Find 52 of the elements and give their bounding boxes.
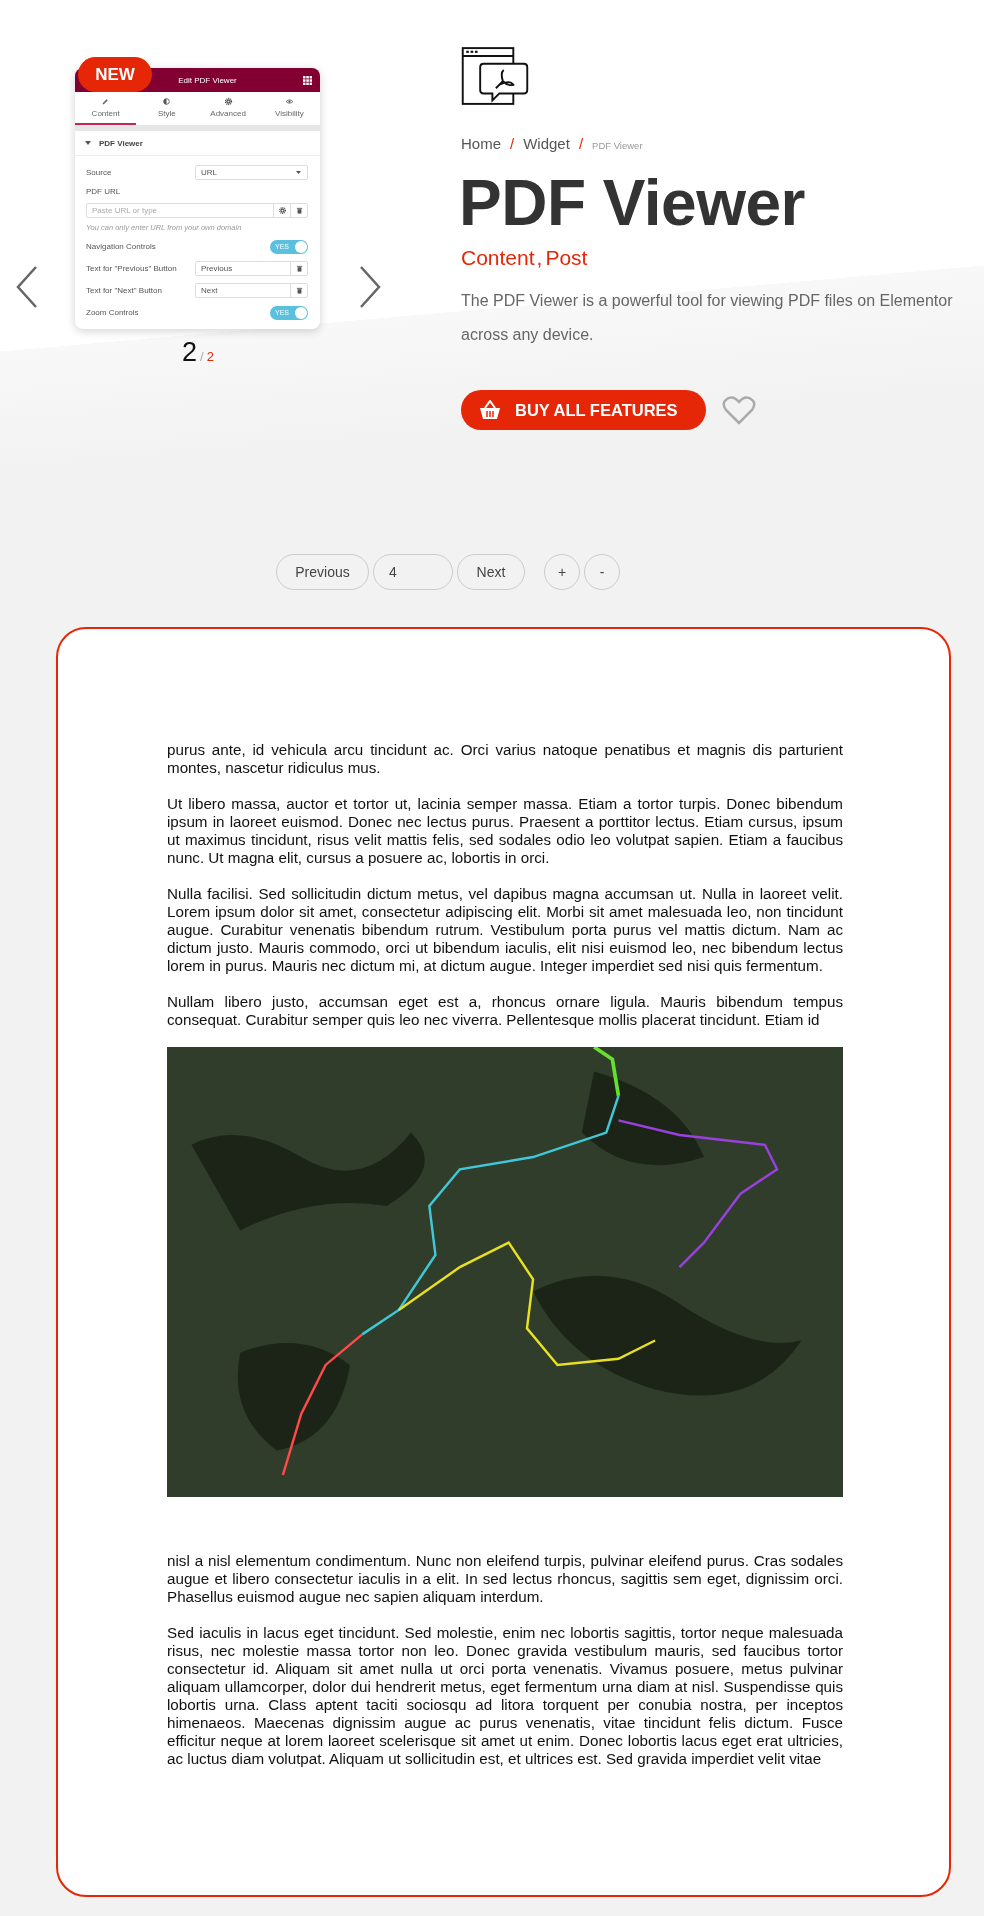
panel-title: Edit PDF Viewer bbox=[178, 75, 237, 85]
breadcrumb-link[interactable]: Widget bbox=[523, 135, 570, 152]
settings-icon bbox=[278, 207, 286, 214]
zoom-in-button[interactable]: + bbox=[544, 554, 580, 590]
field-label: PDF URL bbox=[86, 187, 122, 196]
basket-icon bbox=[479, 400, 501, 420]
document-paragraph: Sed iaculis in lacus eget tincidunt. Sed molestie, enim nec lobortis sagittis, tortor neque malesuada risus, nec molestie massa tortor non leo. Donec gravida vestibulum mauris, sed faucibus tortor consectetur id. Aliquam sit amet nulla ut orci porta venenatis. Vivamus posuere, metus pulvinar aliquam ullamcorper, dolor dui hendrerit metus, eget fermentum urna diam at nisl. Suspendisse quis lobortis urna. Class aptent taciti sociosqu ad litora torquent per conubia nostra, per inceptos himenaeos. Maecenas dignissim augue ac purus venenatis, vitae tincidunt felis dictum. Fusce efficitur neque at lorem laoreet scelerisque sit amet ut enim. Donec lobortis lacus eget erat ultricies, ac luctus diam volutpat. Aliquam ut sollicitudin est, et ultrices est. Sed gravida imperdiet velit vitae bbox=[167, 1624, 843, 1768]
document-paragraph: nisl a nisl elementum condimentum. Nunc non eleifend turpis, pulvinar eleifend purus. Cras sodales augue et libero consectetur iaculis in a elit. In sed lectus rhoncus, sagittis sem eget, dignissim orci. Phasellus euismod augue nec sapien aliquam interdum. bbox=[167, 1552, 843, 1606]
slide-separator: / bbox=[200, 349, 204, 364]
breadcrumb-separator: / bbox=[510, 135, 515, 152]
section-title: PDF Viewer bbox=[99, 138, 143, 148]
panel-tab[interactable]: Advanced bbox=[197, 92, 259, 125]
field-label: Navigation Controls bbox=[86, 242, 156, 251]
caret-icon[interactable] bbox=[85, 141, 91, 145]
caret-icon bbox=[296, 171, 301, 174]
field-label: Text for "Next" Button bbox=[86, 286, 162, 295]
page-title: PDF Viewer bbox=[459, 168, 806, 238]
document-paragraph: Ut libero massa, auctor et tortor ut, lacinia semper massa. Etiam a tortor turpis. Donec bibendum ipsum in laoreet euismod. Donec nec lectus purus. Praesent a porttitor lectus. Etiam cursus, ipsum ut maximus tincidunt, risus velit mattis felis, sed sodales odio leo volutpat sapien. Etiam a faucibus nunc. Ut magna elit, cursus a posuere ac, lobortis in orci. bbox=[167, 795, 843, 867]
new-badge: NEW bbox=[78, 57, 152, 92]
tag-separator: , bbox=[536, 246, 543, 270]
breadcrumb-separator: / bbox=[578, 135, 584, 152]
trash-icon[interactable] bbox=[295, 265, 303, 272]
zoom-out-button[interactable]: - bbox=[584, 554, 620, 590]
category-link[interactable]: Content bbox=[461, 246, 535, 270]
slide-number: 2 bbox=[182, 337, 198, 368]
panel-tab[interactable]: Style bbox=[136, 92, 198, 125]
slide-total: 2 bbox=[206, 349, 214, 364]
breadcrumb-current: PDF Viewer bbox=[592, 140, 643, 151]
document-paragraph: Nulla facilisi. Sed sollicitudin dictum metus, vel dapibus magna accumsan ut. Nulla in laoreet velit. Lorem ipsum dolor sit amet, consectetur adipiscing elit. Morbi sit amet malesuada leo, non tincidunt augue. Curabitur venenatis bibendum rutrum. Vestibulum porta purus vel mattis dictum. Nam ac dictum justo. Mauris commodo, orci ut bibendum iaculis, elit nisi euismod leo, nec bibendum lectus lorem in purus. Mauris nec dictum mi, at dictum augue. Integer imperdiet sed nisi quis fermentum. bbox=[167, 885, 843, 975]
panel-tab[interactable]: Visibility bbox=[258, 92, 320, 125]
buy-button[interactable]: BUY ALL FEATURES bbox=[461, 390, 706, 430]
pencil-icon bbox=[101, 97, 111, 106]
field-label: Text for "Previous" Button bbox=[86, 264, 177, 273]
document-paragraph: purus ante, id vehicula arcu tincidunt ac. Orci varius natoque penatibus et magnis dis parturient montes, nascetur ridiculus mus. bbox=[167, 741, 843, 777]
contrast-icon bbox=[162, 97, 172, 106]
text-input-field[interactable]: Previous bbox=[195, 261, 308, 276]
select-field[interactable]: URL bbox=[195, 165, 308, 180]
category-link[interactable]: Post bbox=[545, 246, 588, 270]
page-input-field[interactable]: 4 bbox=[373, 554, 453, 590]
eye-icon bbox=[284, 97, 294, 106]
field-label: Zoom Controls bbox=[86, 308, 139, 317]
next-button[interactable]: Next bbox=[457, 554, 525, 590]
gear-icon bbox=[223, 97, 233, 106]
document-paragraph: Nullam libero justo, accumsan eget est a, rhoncus ornare ligula. Mauris bibendum tempus consequat. Curabitur semper quis leo nec viverra. Pellentesque mollis placerat tincidunt. Etiam id bbox=[167, 993, 843, 1029]
text-input-field[interactable]: Next bbox=[195, 283, 308, 298]
trash-icon[interactable] bbox=[295, 287, 303, 294]
trash-icon bbox=[295, 207, 303, 214]
field-label: Source bbox=[86, 168, 112, 177]
description-text: The PDF Viewer is a powerful tool for viewing PDF files on Elementor across any device. bbox=[461, 291, 954, 345]
grid-icon[interactable] bbox=[303, 76, 312, 85]
previous-button[interactable]: Previous bbox=[276, 554, 369, 590]
breadcrumb-link[interactable]: Home bbox=[461, 135, 501, 152]
